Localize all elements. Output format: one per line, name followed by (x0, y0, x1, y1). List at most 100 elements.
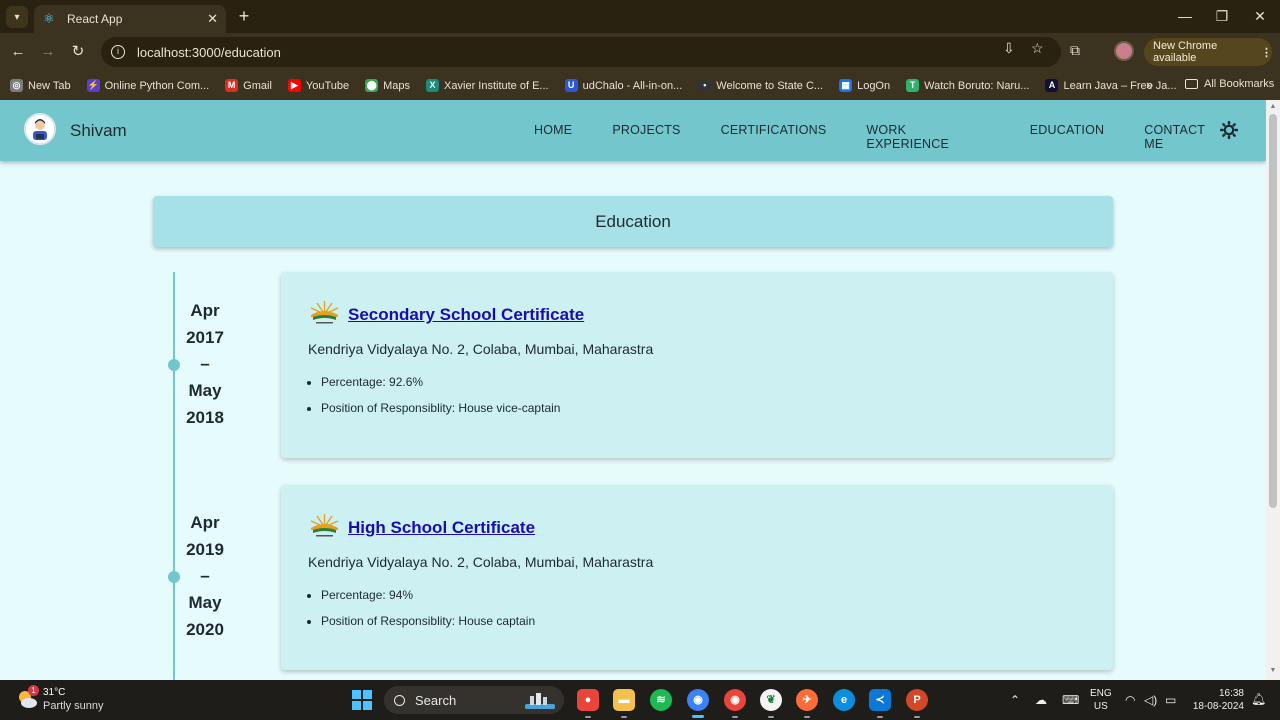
nav-link-work-experience[interactable]: WORK EXPERIENCE (866, 123, 989, 151)
bookmark-label: Watch Boruto: Naru... (924, 79, 1030, 92)
nav-link-education[interactable]: EDUCATION (1030, 123, 1105, 151)
notification-bell-icon[interactable]: 🔔︎ (1251, 692, 1266, 706)
theme-toggle-sun-icon[interactable] (1220, 121, 1238, 139)
section-header: Education (153, 196, 1113, 247)
mongodb-compass-icon[interactable]: ❦ (760, 689, 782, 718)
chrome-secondary-icon[interactable]: ◉ (724, 689, 746, 718)
bookmark-icon: U (564, 79, 578, 92)
nav-link-home[interactable]: HOME (534, 123, 572, 151)
weather-badge: 1 (28, 685, 39, 696)
file-explorer-icon[interactable]: ▬ (613, 689, 635, 718)
chrome-profile-app-icon[interactable]: ● (577, 689, 599, 718)
bookmark-label: Gmail (243, 79, 272, 92)
bookmark-item[interactable]: ▦ LogOn (839, 79, 890, 92)
start-tile (363, 701, 372, 710)
profile-avatar[interactable] (1114, 41, 1134, 61)
bookmark-item[interactable]: ⬤ Maps (365, 79, 410, 92)
all-bookmarks-button[interactable]: All Bookmarks (1185, 78, 1274, 90)
update-chrome-button[interactable]: New Chrome available ⋮ (1144, 38, 1272, 66)
school-name: Kendriya Vidyalaya No. 2, Colaba, Mumbai… (308, 554, 654, 570)
minimize-button[interactable]: — (1173, 6, 1197, 26)
kendriya-vidyalaya-logo-icon (310, 301, 339, 324)
date-end-month: May (188, 381, 222, 401)
more-bookmarks-icon[interactable]: » (1146, 77, 1153, 92)
restore-button[interactable]: ❐ (1210, 6, 1234, 26)
bookmark-item[interactable]: • Welcome to State C... (698, 79, 823, 92)
site-info-icon[interactable]: i (111, 45, 125, 59)
certificate-title-link[interactable]: Secondary School Certificate (348, 305, 584, 325)
keyboard-icon[interactable]: ⌨ (1062, 693, 1079, 707)
scroll-up-icon[interactable]: ▲ (1269, 103, 1277, 110)
wifi-icon[interactable]: ◠ (1125, 693, 1135, 707)
new-tab-button[interactable]: + (234, 6, 254, 26)
nav-link-certifications[interactable]: CERTIFICATIONS (721, 123, 827, 151)
bookmark-item[interactable]: ⚡ Online Python Com... (86, 79, 210, 92)
bookmark-item[interactable]: T Watch Boruto: Naru... (906, 79, 1029, 92)
scroll-down-icon[interactable]: ▼ (1269, 667, 1277, 674)
search-highlight-icon (525, 693, 555, 709)
close-tab-icon[interactable]: ✕ (207, 11, 218, 27)
date-start-month: Apr (190, 513, 220, 532)
back-button[interactable]: ← (8, 42, 28, 62)
react-favicon-icon: ⚛ (43, 11, 55, 26)
date-separator: – (200, 354, 210, 374)
bookmark-item[interactable]: A Learn Java – Free Ja... (1045, 79, 1177, 92)
close-window-button[interactable]: ✕ (1248, 6, 1272, 26)
bookmark-item[interactable]: ◎ New Tab (10, 79, 71, 92)
powerpoint-icon[interactable]: P (906, 689, 928, 718)
menu-dots-icon: ⋮ (1261, 46, 1272, 59)
bookmark-icon: ▦ (839, 79, 853, 92)
tab-title: React App (67, 12, 123, 26)
taskbar-search[interactable]: Search (384, 686, 564, 714)
windows-start-button[interactable] (352, 690, 372, 710)
tab-search-button[interactable]: ▾ (6, 6, 28, 28)
detail-list: Percentage: 94% Position of Responsiblit… (321, 588, 535, 640)
page-viewport: Shivam HOME PROJECTS CERTIFICATIONS WORK… (0, 100, 1266, 680)
nav-link-projects[interactable]: PROJECTS (612, 123, 680, 151)
bookmark-icon: A (1045, 79, 1059, 92)
certificate-title-link[interactable]: High School Certificate (348, 518, 535, 538)
kendriya-vidyalaya-logo-icon (310, 514, 339, 537)
bookmark-label: Online Python Com... (104, 79, 210, 92)
spotify-icon[interactable]: ≋ (650, 689, 672, 711)
postman-icon[interactable]: ✈ (796, 689, 818, 718)
battery-icon[interactable]: ▭ (1165, 693, 1176, 707)
extensions-icon[interactable]: ⧉ (1070, 42, 1080, 59)
date-separator: – (200, 566, 210, 586)
site-navbar: Shivam HOME PROJECTS CERTIFICATIONS WORK… (0, 100, 1266, 161)
vscode-icon[interactable]: ≺ (869, 689, 891, 718)
bookmark-item[interactable]: ▶ YouTube (287, 79, 349, 92)
chrome-icon[interactable]: ◉ (687, 689, 709, 718)
system-clock[interactable]: 16:38 18-08-2024 (1192, 687, 1244, 713)
bookmark-label: Maps (383, 79, 411, 92)
clock-time: 16:38 (1218, 688, 1244, 699)
bookmark-item[interactable]: M Gmail (225, 79, 272, 92)
bookmark-icon: ⬤ (365, 79, 379, 92)
windows-taskbar: 1 31°C Partly sunny Search ● ▬ ≋ ◉ ◉ ❦ ✈… (0, 680, 1280, 720)
browser-toolbar: ← → ↻ i localhost:3000/education ⇩ ☆ ⧉ N… (0, 33, 1280, 71)
date-range: Apr 2019 – May 2020 (180, 510, 230, 644)
date-range: Apr 2017 – May 2018 (180, 298, 230, 432)
volume-icon[interactable]: ◁) (1144, 693, 1157, 707)
address-bar[interactable]: i localhost:3000/education (101, 37, 1061, 67)
bookmark-icon: T (906, 79, 920, 92)
brand-name[interactable]: Shivam (70, 121, 127, 141)
brand-avatar[interactable] (24, 113, 56, 145)
language-indicator[interactable]: ENG US (1090, 687, 1112, 713)
edge-icon[interactable]: e (833, 689, 855, 711)
show-hidden-icons-icon[interactable]: ⌃ (1010, 693, 1020, 707)
browser-tab[interactable]: ⚛ React App ✕ (34, 5, 226, 33)
forward-button[interactable]: → (38, 42, 58, 62)
nav-link-contact-me[interactable]: CONTACT ME (1144, 123, 1226, 151)
page-scrollbar[interactable]: ▲ ▼ (1266, 100, 1280, 680)
reload-button[interactable]: ↻ (68, 42, 88, 62)
clock-date: 18-08-2024 (1192, 701, 1244, 712)
install-app-icon[interactable]: ⇩ (1003, 40, 1015, 57)
date-start-month: Apr (190, 301, 220, 320)
bookmark-item[interactable]: X Xavier Institute of E... (426, 79, 549, 92)
bookmark-item[interactable]: UudChalo - All-in-on... (564, 79, 682, 92)
scroll-thumb[interactable] (1269, 114, 1277, 508)
education-card: High School Certificate Kendriya Vidyala… (281, 485, 1113, 670)
onedrive-cloud-icon[interactable]: ☁ (1035, 693, 1047, 707)
bookmark-star-icon[interactable]: ☆ (1031, 40, 1044, 57)
